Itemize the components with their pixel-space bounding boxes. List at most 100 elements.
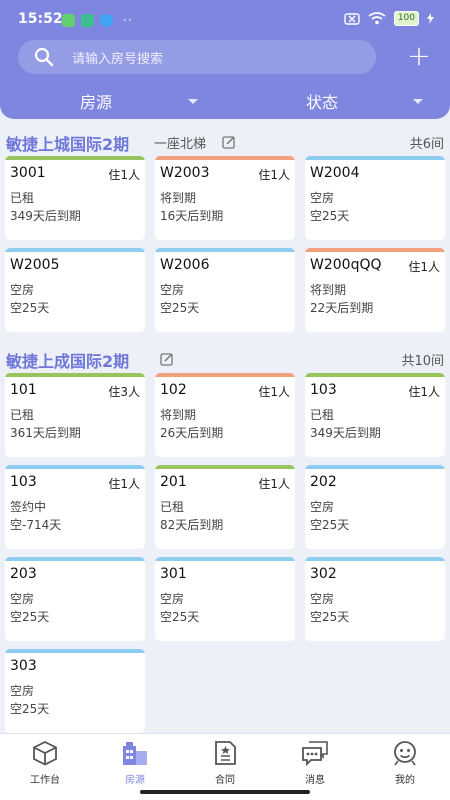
battery-icon: 100 [393,11,419,26]
room-number: 103 [310,382,337,398]
app-header: 15:52 ·· 100 请输入房号搜索 + 房源 状态 [0,0,450,119]
tab-workbench[interactable]: 工作台 [15,740,75,786]
room-status: 将到期 [160,408,197,422]
room-card[interactable]: 303 空房 空25天 [5,649,145,733]
lease-due: 22天后到期 [310,301,374,315]
room-status-bar [155,248,295,252]
room-status-bar [305,465,445,469]
room-card[interactable]: W2004 空房 空25天 [305,156,445,240]
room-status-bar [5,248,145,252]
room-status-bar [5,156,145,160]
room-number: 302 [310,566,337,582]
room-number: W2006 [160,257,210,273]
system-status: 100 [344,11,434,26]
filter-property-label: 房源 [80,93,113,112]
room-status: 空房 [310,592,335,606]
tab-label: 房源 [125,775,145,786]
occupant-count: 住1人 [108,477,140,491]
room-card[interactable]: 201 住1人 已租 82天后到期 [155,465,295,549]
search-input[interactable]: 请输入房号搜索 [18,40,376,74]
room-status: 空房 [10,592,35,606]
room-card[interactable]: 3001 住1人 已租 349天后到期 [5,156,145,240]
lease-due: 空-714天 [10,518,62,532]
lease-due: 空25天 [10,301,50,315]
room-status: 已租 [310,408,335,422]
room-number: 103 [10,474,37,490]
room-number: 3001 [10,165,46,181]
room-status: 签约中 [10,500,47,514]
room-number: W2003 [160,165,210,181]
occupant-count: 住1人 [408,385,440,399]
lease-due: 361天后到期 [10,426,81,440]
lease-due: 空25天 [10,702,50,716]
room-card[interactable]: 203 空房空25天 [5,557,145,641]
tab-label: 我的 [395,775,415,786]
filter-status-label: 状态 [306,93,339,112]
building-section-header: 敏捷上成国际2期 共10间 [0,348,450,372]
charging-icon [427,13,434,24]
room-card[interactable]: W2003 住1人 将到期 16天后到期 [155,156,295,240]
occupant-count: 住3人 [108,385,140,399]
cube-icon [33,740,57,766]
room-card[interactable]: 102 住1人 将到期 26天后到期 [155,373,295,457]
tab-messages[interactable]: 消息 [285,740,345,786]
room-card[interactable]: 103 住1人 已租 349天后到期 [305,373,445,457]
room-status-bar [155,557,295,561]
room-card[interactable]: 302 空房 空25天 [305,557,445,641]
room-status: 已租 [10,408,35,422]
building-name: 敏捷上成国际2期 [6,352,130,371]
occupant-count: 住1人 [258,477,290,491]
room-card[interactable]: W2006 空房空25天 [155,248,295,332]
room-card[interactable]: 202 空房 空25天 [305,465,445,549]
wifi-icon [368,12,386,25]
occupant-count: 住1人 [108,168,140,182]
room-number: 203 [10,566,37,582]
room-number: W2005 [10,257,60,273]
room-status-bar [5,465,145,469]
room-status: 空房 [10,684,35,698]
lease-due: 349天后到期 [10,209,81,223]
building-icon [123,742,147,765]
profile-icon [394,741,416,766]
lease-due: 空25天 [310,518,350,532]
room-status: 空房 [160,283,185,297]
building-subtitle: 一座北梯 [154,137,207,152]
edit-icon[interactable] [222,135,236,149]
lease-due: 空25天 [310,209,350,223]
more-notifications-icon: ·· [123,13,133,27]
room-card[interactable]: 103 住1人签约中空-714天 [5,465,145,549]
room-status-bar [305,156,445,160]
status-time: 15:52 [18,11,63,27]
status-bar: 15:52 ·· 100 [0,0,450,38]
tab-contracts[interactable]: 合同 [195,740,255,786]
room-status: 空房 [310,191,335,205]
room-status: 空房 [10,283,35,297]
filter-status[interactable]: 状态 [306,89,338,113]
message-icon [302,741,328,766]
lease-due: 空25天 [10,610,50,624]
add-button[interactable]: + [406,42,432,72]
room-status-bar [155,373,295,377]
building-name: 敏捷上城国际2期 [6,135,130,154]
lease-due: 空25天 [160,301,200,315]
room-status: 已租 [160,500,185,514]
room-number: 301 [160,566,187,582]
tab-label: 合同 [215,775,235,786]
home-indicator [140,790,310,794]
room-card[interactable]: W2005 空房空25天 [5,248,145,332]
tab-properties[interactable]: 房源 [105,740,165,786]
edit-icon[interactable] [160,352,174,366]
room-card[interactable]: 101 住3人 已租 361天后到期 [5,373,145,457]
chevron-down-icon [413,99,423,104]
occupant-count: 住1人 [258,168,290,182]
room-number: 102 [160,382,187,398]
filter-property[interactable]: 房源 [80,89,112,113]
room-status-bar [305,248,445,252]
room-card[interactable]: W200qQQ 住1人 将到期 22天后到期 [305,248,445,332]
room-card[interactable]: 301 空房 空25天 [155,557,295,641]
shield-notification-icon [81,13,94,27]
search-placeholder: 请输入房号搜索 [72,51,164,67]
room-status-bar [305,557,445,561]
tab-profile[interactable]: 我的 [375,740,435,786]
room-status-bar [155,156,295,160]
